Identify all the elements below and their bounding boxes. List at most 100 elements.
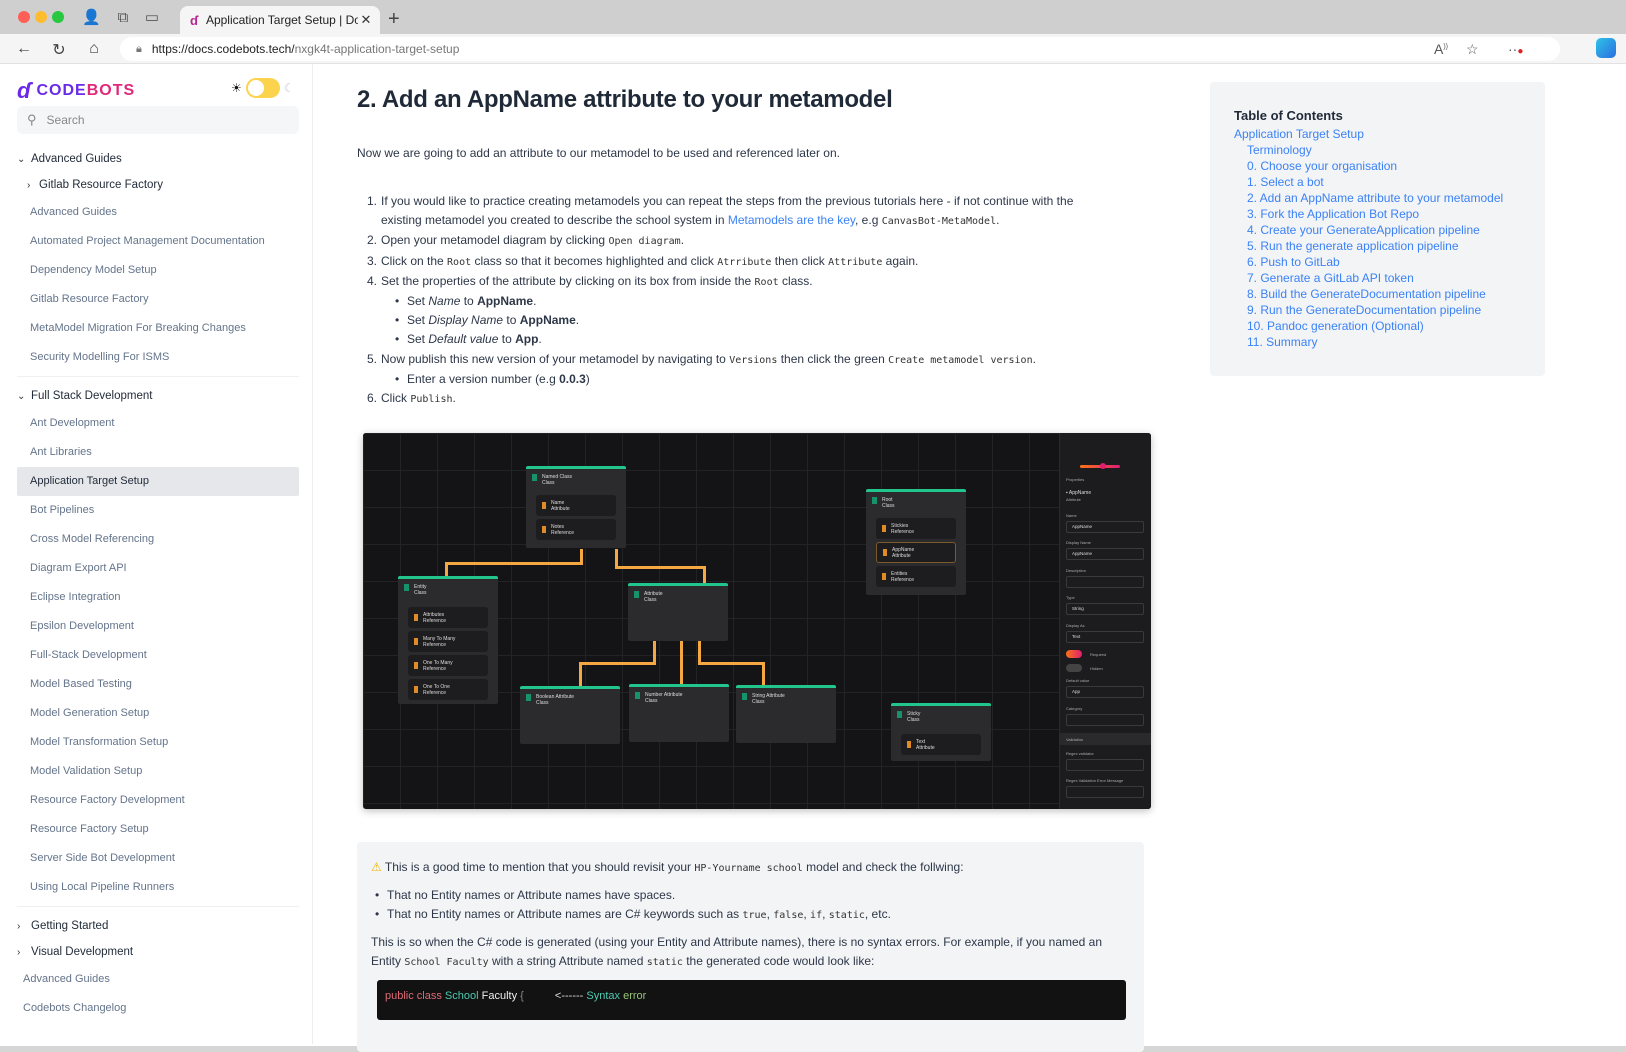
url-input[interactable]: 🔒︎ https://docs.codebots.tech/nxgk4t-app… xyxy=(120,37,1560,61)
copilot-icon[interactable] xyxy=(1596,38,1616,58)
sidebar-item[interactable]: Bot Pipelines xyxy=(17,496,299,525)
node-named-class[interactable]: Named Class Class Name Attribute Notes Refe… xyxy=(526,466,626,548)
node-type: Class xyxy=(882,503,895,509)
description-field[interactable] xyxy=(1066,576,1144,588)
node-root[interactable]: Root Class Stickies Reference AppName Attri… xyxy=(866,489,966,595)
toc-link[interactable]: 6. Push to GitLab xyxy=(1234,254,1521,270)
close-tab-icon[interactable]: ✕ xyxy=(358,12,374,28)
sidebar-item[interactable]: Diagram Export API xyxy=(17,554,299,583)
sidebar-item[interactable]: Gitlab Resource Factory xyxy=(17,285,299,314)
sidebar-category-visual-development[interactable]: › Visual Development xyxy=(17,939,299,965)
sidebar-item[interactable]: Resource Factory Development xyxy=(17,786,299,815)
toc-link[interactable]: 5. Run the generate application pipeline xyxy=(1234,238,1521,254)
sidebar-item[interactable]: Full-Stack Development xyxy=(17,641,299,670)
profile-icon[interactable]: 👤 xyxy=(82,9,101,27)
node-entity[interactable]: Entity Class Attributes Reference Many To … xyxy=(398,576,498,704)
minimize-window-button[interactable] xyxy=(35,11,47,23)
sidebar-category-advanced-guides[interactable]: ⌄ Advanced Guides xyxy=(17,146,299,172)
sidebar-subcategory-gitlab-resource-factory[interactable]: › Gitlab Resource Factory xyxy=(17,172,299,198)
more-icon[interactable]: ··● xyxy=(1508,41,1523,57)
search-input[interactable]: ⚲ Search xyxy=(17,106,299,134)
toc-link[interactable]: Application Target Setup xyxy=(1234,126,1521,142)
home-icon[interactable]: ⌂ xyxy=(84,40,104,58)
workspaces-icon[interactable]: ⧉ xyxy=(114,9,132,27)
zoom-slider-handle[interactable] xyxy=(1100,463,1106,469)
toc-link[interactable]: 10. Pandoc generation (Optional) xyxy=(1234,318,1521,334)
sidebar-item[interactable]: Model Based Testing xyxy=(17,670,299,699)
maximize-window-button[interactable] xyxy=(52,11,64,23)
url-host: https://docs.codebots.tech/ xyxy=(151,42,295,56)
display-name-label: Display Name xyxy=(1066,540,1091,545)
back-icon[interactable]: ← xyxy=(14,40,34,58)
attr: Many To Many Reference xyxy=(408,631,488,652)
sidebar-item[interactable]: Ant Development xyxy=(17,409,299,438)
toc-link[interactable]: 2. Add an AppName attribute to your meta… xyxy=(1234,190,1521,206)
toc-link[interactable]: Terminology xyxy=(1234,142,1521,158)
sidebar-item[interactable]: Automated Project Management Documentati… xyxy=(17,227,299,256)
theme-toggle[interactable]: ☀ ☾ xyxy=(231,78,295,98)
node-sticky[interactable]: Sticky Class Text Attribute xyxy=(891,703,991,761)
toc-link[interactable]: 8. Build the GenerateDocumentation pipel… xyxy=(1234,286,1521,302)
sidebar-item[interactable]: Dependency Model Setup xyxy=(17,256,299,285)
sidebar-item[interactable]: Server Side Bot Development xyxy=(17,844,299,873)
sidebar-category-getting-started[interactable]: › Getting Started xyxy=(17,913,299,939)
star-icon[interactable]: ☆ xyxy=(1466,41,1479,58)
node-type: Class xyxy=(645,698,658,704)
sidebar-item[interactable]: Using Local Pipeline Runners xyxy=(17,873,299,902)
type-select[interactable]: String xyxy=(1066,603,1144,615)
connector xyxy=(445,562,582,565)
sidebar-item[interactable]: Model Transformation Setup xyxy=(17,728,299,757)
sidebar-category-full-stack-development[interactable]: ⌄ Full Stack Development xyxy=(17,383,299,409)
node-boolean-attribute[interactable]: Boolean Attribute Class xyxy=(520,686,620,744)
tab-actions-icon[interactable]: ▭ xyxy=(143,9,161,27)
category-field[interactable] xyxy=(1066,714,1144,726)
sidebar-item[interactable]: Security Modelling For ISMS xyxy=(17,343,299,372)
sidebar-item[interactable]: Model Validation Setup xyxy=(17,757,299,786)
sidebar-item[interactable]: MetaModel Migration For Breaking Changes xyxy=(17,314,299,343)
code-class: School xyxy=(444,990,479,1002)
read-aloud-icon[interactable]: A)) xyxy=(1434,41,1448,57)
display-name-field[interactable]: AppName xyxy=(1066,548,1144,560)
name-label: Name xyxy=(1066,513,1077,518)
toc-link[interactable]: 4. Create your GenerateApplication pipel… xyxy=(1234,222,1521,238)
reload-icon[interactable]: ↻ xyxy=(49,40,69,60)
address-bar: ← ↻ ⌂ 🔒︎ https://docs.codebots.tech/nxgk… xyxy=(0,34,1626,64)
toc-link[interactable]: 11. Summary xyxy=(1234,334,1521,350)
tab-application-target-setup[interactable]: ɗ Application Target Setup | Docs ✕ xyxy=(180,6,380,34)
main-content: 2. Add an AppName attribute to your meta… xyxy=(355,64,1155,1052)
toc-link[interactable]: 9. Run the GenerateDocumentation pipelin… xyxy=(1234,302,1521,318)
attr-kind: Reference xyxy=(551,529,575,536)
inline-code: CanvasBot-MetaModel xyxy=(881,216,997,228)
sidebar-item[interactable]: Eclipse Integration xyxy=(17,583,299,612)
lock-icon[interactable]: 🔒︎ xyxy=(136,43,142,56)
sidebar-item[interactable]: Ant Libraries xyxy=(17,438,299,467)
attr-kind: Reference xyxy=(891,528,915,535)
sidebar-item[interactable]: Advanced Guides xyxy=(17,198,299,227)
sidebar-item[interactable]: Cross Model Referencing xyxy=(17,525,299,554)
close-window-button[interactable] xyxy=(18,11,30,23)
display-as-select[interactable]: Text xyxy=(1066,631,1144,643)
new-tab-button[interactable]: + xyxy=(388,8,400,31)
toc-link[interactable]: 0. Choose your organisation xyxy=(1234,158,1521,174)
sidebar-item-active[interactable]: Application Target Setup xyxy=(17,467,299,496)
brand-logo[interactable]: ɗ CODE BOTS xyxy=(17,78,135,104)
name-field[interactable]: AppName xyxy=(1066,521,1144,533)
node-number-attribute[interactable]: Number Attribute Class xyxy=(629,684,729,742)
metamodels-link[interactable]: Metamodels are the key xyxy=(728,213,855,227)
node-attribute[interactable]: Attribute Class xyxy=(628,583,728,641)
toc-link[interactable]: 3. Fork the Application Bot Repo xyxy=(1234,206,1521,222)
required-toggle[interactable] xyxy=(1066,650,1082,658)
default-value-field[interactable]: App xyxy=(1066,686,1144,698)
toc-link[interactable]: 1. Select a bot xyxy=(1234,174,1521,190)
sidebar-item[interactable]: Resource Factory Setup xyxy=(17,815,299,844)
sidebar-item-advanced-guides[interactable]: Advanced Guides xyxy=(17,965,299,994)
hidden-toggle[interactable] xyxy=(1066,664,1082,672)
regex-field[interactable] xyxy=(1066,759,1144,771)
sidebar-item-changelog[interactable]: Codebots Changelog xyxy=(17,994,299,1023)
sidebar-item[interactable]: Epsilon Development xyxy=(17,612,299,641)
sidebar-item[interactable]: Model Generation Setup xyxy=(17,699,299,728)
regex-error-field[interactable] xyxy=(1066,786,1144,798)
theme-switch[interactable] xyxy=(245,78,280,98)
toc-link[interactable]: 7. Generate a GitLab API token xyxy=(1234,270,1521,286)
node-string-attribute[interactable]: String Attribute Class xyxy=(736,685,836,743)
